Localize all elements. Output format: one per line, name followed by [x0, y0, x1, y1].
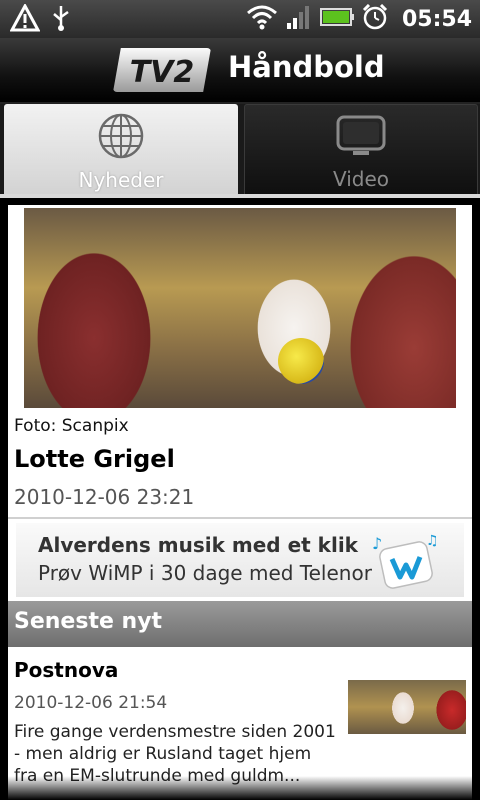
alarm-icon [362, 3, 388, 34]
top-story-headline[interactable]: Lotte Grigel [14, 445, 175, 473]
battery-icon [319, 6, 354, 32]
app-bar: TV2 Håndbold [0, 38, 480, 104]
page-title: Håndbold [228, 50, 385, 84]
photo-caption: Foto: Scanpix [14, 416, 129, 436]
handball-image-detail [278, 338, 324, 384]
tab-bar: Nyheder Video [0, 104, 480, 196]
usb-icon [50, 4, 72, 36]
ad-line1: Alverdens musik med et klik [38, 533, 358, 557]
bottom-fade [0, 776, 480, 800]
svg-text:♪: ♪ [372, 534, 382, 553]
status-bar: 05:54 [0, 0, 480, 38]
globe-icon [97, 112, 145, 164]
tab-label: Nyheder [78, 168, 164, 192]
tab-nyheder[interactable]: Nyheder [4, 104, 238, 196]
ad-line2: Prøv WiMP i 30 dage med Telenor [38, 561, 372, 585]
wifi-icon [246, 4, 278, 34]
warning-icon [9, 2, 41, 36]
news-item-date: 2010-12-06 21:54 [14, 693, 168, 713]
section-header: Seneste nyt [8, 601, 472, 647]
tab-label: Video [332, 167, 390, 191]
top-story-photo[interactable] [24, 208, 456, 408]
section-title: Seneste nyt [14, 609, 163, 634]
tab-underline [0, 194, 480, 198]
signal-icon [286, 4, 312, 34]
divider [8, 517, 472, 519]
svg-text:♫: ♫ [426, 533, 439, 549]
tv-icon [335, 113, 387, 163]
news-content: Foto: Scanpix Lotte Grigel 2010-12-06 23… [8, 205, 472, 800]
ad-banner[interactable]: Alverdens musik med et klik Prøv WiMP i … [16, 523, 464, 597]
status-clock: 05:54 [401, 6, 472, 32]
wimp-logo-icon: ♪ ♫ [368, 531, 446, 589]
tv2-logo: TV2 [113, 48, 211, 92]
news-item-thumbnail[interactable] [348, 680, 466, 734]
tab-video[interactable]: Video [244, 104, 478, 196]
news-item-title[interactable]: Postnova [14, 658, 118, 682]
top-story-datetime: 2010-12-06 23:21 [14, 485, 195, 509]
logo-text: TV2 [130, 55, 195, 90]
